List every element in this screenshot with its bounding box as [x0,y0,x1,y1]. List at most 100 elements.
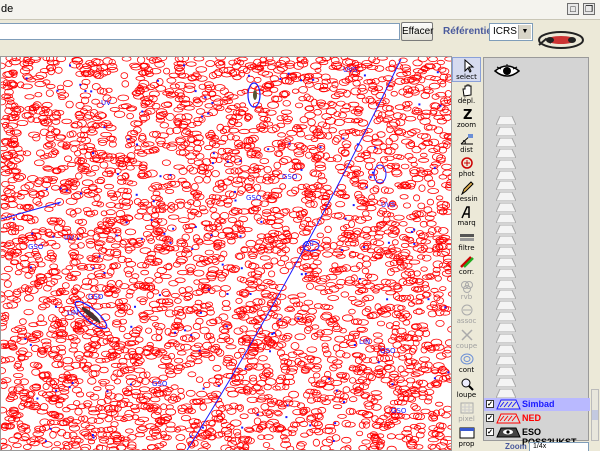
plane-simbad[interactable]: ✓ Simbad [484,398,590,411]
empty-plane-slot[interactable] [496,116,516,125]
ned-source [187,122,197,129]
restore-icon[interactable]: □ [567,3,579,15]
empty-plane-slot[interactable] [496,225,516,234]
empty-plane-slot[interactable] [496,355,516,365]
tool-depl[interactable]: dépl. [452,82,481,107]
tool-prop[interactable]: prop [452,425,481,450]
tool-rgb[interactable]: rvb [452,278,481,303]
empty-plane-slot[interactable] [496,170,516,180]
ned-source [413,270,421,277]
empty-plane-slot[interactable] [496,388,516,398]
empty-plane-slot[interactable] [496,377,516,387]
ned-source [222,197,233,205]
ned-source [417,427,426,434]
ned-source [308,147,321,155]
simbad-source [158,294,161,297]
empty-plane-slot[interactable] [496,323,516,333]
empty-plane-slot[interactable] [496,268,516,278]
empty-plane-slot[interactable] [496,159,516,169]
sky-view[interactable]: UVS UV GSO GSO UVS UV GSO Gu GSO LIN QSO LIN GSO GSO [0,56,452,451]
ned-source [96,444,108,450]
empty-plane-slot[interactable] [496,137,516,147]
tool-dist[interactable]: dist [452,131,481,156]
empty-plane-slot[interactable] [496,290,516,300]
ned-source [312,372,321,379]
plane-ned[interactable]: ✓ NED [484,412,590,425]
ned-source [314,428,324,436]
tool-corr[interactable]: corr. [452,253,481,278]
ned-source [329,242,338,250]
empty-plane-slot[interactable] [496,257,516,267]
command-input[interactable] [0,23,400,40]
empty-plane-slot[interactable] [496,203,516,213]
empty-plane-slot[interactable] [496,214,516,224]
sky-canvas[interactable]: UVS UV GSO GSO UVS UV GSO Gu GSO LIN QSO LIN GSO GSO [1,57,452,451]
ned-source [351,75,363,81]
tool-filtre[interactable]: filtre [452,229,481,254]
plane-visibility-checkbox[interactable]: ✓ [486,428,494,436]
chevron-down-icon[interactable]: ▼ [518,25,531,39]
ned-source [389,133,399,142]
frame-select[interactable]: ICRS ▼ [489,23,533,41]
stack-scrollbar[interactable] [591,389,599,441]
scrollbar-thumb[interactable] [592,410,598,420]
plane-visibility-checkbox[interactable]: ✓ [486,414,494,422]
empty-plane-slot[interactable] [496,126,516,136]
tool-phot[interactable]: phot [452,155,481,180]
tool-pixel[interactable]: pixel [452,400,481,425]
ned-source [167,201,176,209]
ned-source [259,255,271,261]
ned-source [227,390,239,398]
zoom-control: Zoom 1/4x [481,442,600,451]
empty-plane-slot[interactable] [496,181,516,191]
empty-plane-slot[interactable] [496,344,516,354]
simbad-source [304,272,307,275]
empty-plane-slot[interactable] [496,334,516,343]
empty-plane-slot[interactable] [496,192,516,202]
tool-assoc[interactable]: assoc [452,302,481,327]
simbad-source [29,266,32,269]
tool-dessin[interactable]: dessin [452,180,481,205]
simbad-source [79,83,82,86]
tool-zoom[interactable]: Zzoom [452,106,481,131]
ned-source [362,260,372,268]
ned-source [288,168,296,173]
tool-select[interactable]: select [452,57,481,82]
ned-source [306,397,316,404]
empty-plane-slot[interactable] [496,235,516,245]
simbad-source [141,110,144,113]
plane-visibility-checkbox[interactable]: ✓ [486,400,494,408]
ned-source [330,212,343,219]
empty-plane-slot[interactable] [496,366,516,376]
simbad-source [358,278,361,280]
ned-source [344,444,352,450]
empty-plane-slot[interactable] [496,246,516,256]
ned-source [335,201,346,208]
simbad-source [332,440,335,442]
empty-plane-slot[interactable] [496,301,516,311]
simbad-source [77,237,80,240]
pencil-icon [460,180,474,195]
clear-button[interactable]: Effacer [401,22,434,41]
zoom-select[interactable]: 1/4x [529,442,589,451]
tool-loupe[interactable]: loupe [452,376,481,401]
simbad-source [159,175,162,178]
plane-eso-poss2ukst[interactable]: ✓ESO POSS2UKST [484,426,590,447]
ned-source [280,109,292,115]
empty-plane-slot[interactable] [496,148,516,158]
eye-icon[interactable] [494,64,520,78]
ned-source [435,92,447,98]
ned-source [230,167,239,175]
empty-plane-slot[interactable] [496,312,516,322]
ned-source [139,247,152,254]
ned-source [74,378,84,384]
tool-marq[interactable]: marq [452,204,481,229]
tool-coupe[interactable]: coupe [452,327,481,352]
tool-cont[interactable]: cont [452,351,481,376]
maximize-icon[interactable]: ❐ [583,3,595,15]
ned-source [385,322,394,329]
ned-source [253,76,262,83]
ned-source [159,122,170,129]
empty-plane-slot[interactable] [496,279,516,289]
ned-source [22,150,32,157]
